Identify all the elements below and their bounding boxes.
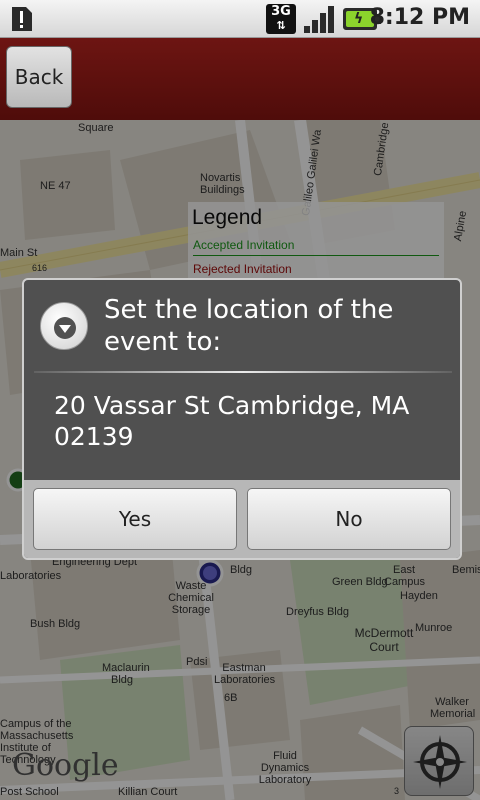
location-confirm-dialog: Set the location of the event to: 20 Vas… [22, 278, 462, 560]
dialog-alert-icon [40, 302, 88, 350]
back-button[interactable]: Back [6, 46, 72, 108]
clock: 8:12 PM [369, 5, 470, 30]
no-button[interactable]: No [247, 488, 451, 550]
network-3g-icon: 3G ⇅ [266, 4, 296, 34]
yes-button[interactable]: Yes [33, 488, 237, 550]
status-bar: 3G ⇅ ϟ 8:12 PM [0, 0, 480, 38]
sd-card-icon [12, 7, 32, 31]
network-type-label: 3G [271, 4, 291, 19]
dialog-divider [34, 371, 452, 373]
dialog-button-bar: Yes No [24, 480, 460, 558]
title-bar: Back [0, 38, 480, 120]
dialog-message: 20 Vassar St Cambridge, MA 02139 [54, 391, 410, 451]
signal-icon [304, 6, 334, 33]
dialog-title: Set the location of the event to: [104, 295, 394, 357]
